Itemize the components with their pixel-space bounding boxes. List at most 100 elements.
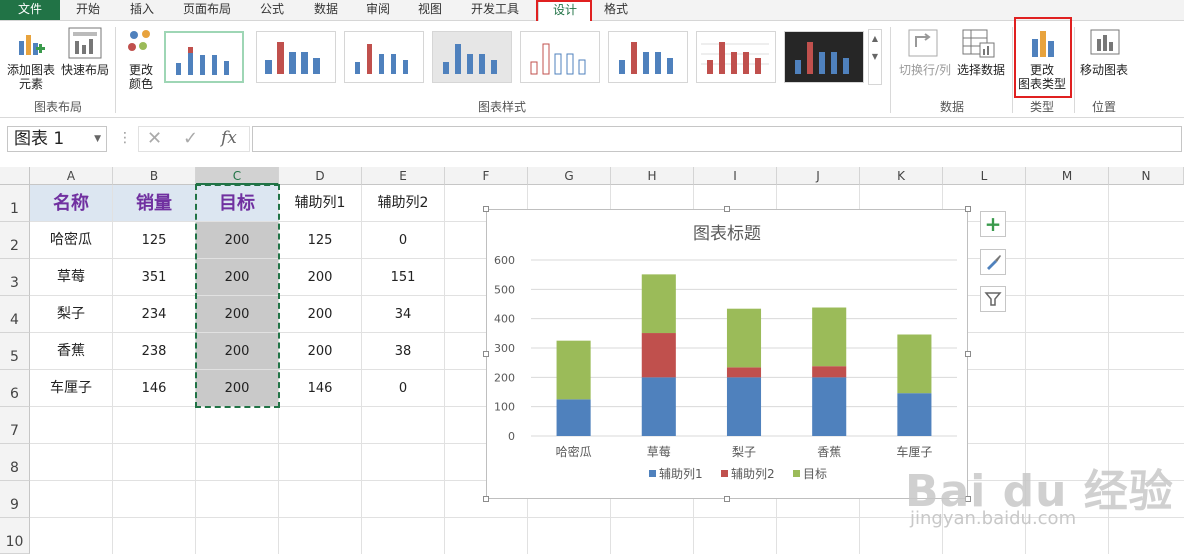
change-colors-button[interactable]: 更改 颜色 (118, 63, 164, 91)
move-chart-button[interactable]: 移动图表 (1076, 63, 1132, 77)
tab-formulas[interactable]: 公式 (250, 0, 294, 20)
chart-style-8[interactable] (784, 31, 864, 83)
row-header-10[interactable]: 10 (0, 518, 30, 554)
cell-b6[interactable]: 146 (113, 370, 196, 407)
cell-e3[interactable]: 151 (362, 259, 445, 296)
chart-style-1[interactable] (164, 31, 244, 83)
row-header-1[interactable]: 1 (0, 185, 30, 222)
row-header-5[interactable]: 5 (0, 333, 30, 370)
chart-style-4[interactable] (432, 31, 512, 83)
tab-insert[interactable]: 插入 (120, 0, 164, 20)
resize-handle[interactable] (965, 206, 971, 212)
name-box[interactable]: 图表 1 ▼ (7, 126, 107, 152)
cell-d2[interactable]: 125 (279, 222, 362, 259)
cell-b2[interactable]: 125 (113, 222, 196, 259)
resize-handle[interactable] (483, 351, 489, 357)
gallery-scroll[interactable]: ▲ ▼ (868, 29, 882, 85)
scroll-down-icon[interactable]: ▼ (869, 48, 881, 66)
column-header-g[interactable]: G (528, 167, 611, 185)
cell-a1[interactable]: 名称 (30, 185, 113, 222)
cell-d4[interactable]: 200 (279, 296, 362, 333)
formula-input[interactable] (252, 126, 1182, 152)
chevron-down-icon[interactable]: ▼ (94, 127, 101, 151)
tab-developer[interactable]: 开发工具 (462, 0, 528, 20)
row-header-4[interactable]: 4 (0, 296, 30, 333)
chart-filters-button[interactable] (980, 286, 1006, 312)
chart-elements-button[interactable]: + (980, 211, 1006, 237)
row-header-6[interactable]: 6 (0, 370, 30, 407)
column-header-n[interactable]: N (1109, 167, 1184, 185)
resize-handle[interactable] (724, 206, 730, 212)
quick-layout-button[interactable]: 快速布局 (58, 63, 112, 77)
chart-area[interactable]: 图表标题 0 100 200 300 400 500 600 哈密瓜 草莓 梨子 香蕉 车厘子 辅助… (486, 209, 968, 499)
cell-a5[interactable]: 香蕉 (30, 333, 113, 370)
cell-c6[interactable]: 200 (196, 370, 279, 407)
resize-handle[interactable] (483, 496, 489, 502)
cell-b3[interactable]: 351 (113, 259, 196, 296)
chart-style-7[interactable] (696, 31, 776, 83)
change-chart-type-button[interactable]: 更改 图表类型 (1014, 63, 1070, 91)
cell-a6[interactable]: 车厘子 (30, 370, 113, 407)
select-data-button[interactable]: 选择数据 (954, 63, 1008, 77)
chart-style-6[interactable] (608, 31, 688, 83)
column-header-l[interactable]: L (943, 167, 1026, 185)
row-header-3[interactable]: 3 (0, 259, 30, 296)
enter-icon[interactable]: ✓ (183, 128, 198, 149)
row-header-9[interactable]: 9 (0, 481, 30, 518)
cell-c1[interactable]: 目标 (196, 185, 279, 222)
scroll-up-icon[interactable]: ▲ (869, 30, 881, 48)
tab-data[interactable]: 数据 (304, 0, 348, 20)
tab-home[interactable]: 开始 (66, 0, 110, 20)
column-header-d[interactable]: D (279, 167, 362, 185)
resize-handle[interactable] (965, 351, 971, 357)
cell-c4[interactable]: 200 (196, 296, 279, 333)
insert-function-icon[interactable]: fx (221, 128, 237, 148)
tab-file[interactable]: 文件 (0, 0, 60, 20)
cell-c2[interactable]: 200 (196, 222, 279, 259)
column-header-f[interactable]: F (445, 167, 528, 185)
chart-title[interactable]: 图表标题 (693, 224, 761, 244)
cell-b5[interactable]: 238 (113, 333, 196, 370)
resize-handle[interactable] (724, 496, 730, 502)
chart-style-3[interactable] (344, 31, 424, 83)
column-header-e[interactable]: E (362, 167, 445, 185)
cell-a3[interactable]: 草莓 (30, 259, 113, 296)
cell-d1[interactable]: 辅助列1 (279, 185, 362, 222)
tab-view[interactable]: 视图 (408, 0, 452, 20)
resize-handle[interactable] (483, 206, 489, 212)
add-chart-element-button[interactable]: 添加图表 元素 (4, 63, 58, 91)
row-header-7[interactable]: 7 (0, 407, 30, 444)
cell-e2[interactable]: 0 (362, 222, 445, 259)
column-header-k[interactable]: K (860, 167, 943, 185)
chart-style-2[interactable] (256, 31, 336, 83)
column-header-a[interactable]: A (30, 167, 113, 185)
cell-d6[interactable]: 146 (279, 370, 362, 407)
cell-e6[interactable]: 0 (362, 370, 445, 407)
chart-style-5[interactable] (520, 31, 600, 83)
cell-e1[interactable]: 辅助列2 (362, 185, 445, 222)
row-header-8[interactable]: 8 (0, 444, 30, 481)
switch-row-column-button[interactable]: 切换行/列 (896, 63, 954, 77)
cell-d3[interactable]: 200 (279, 259, 362, 296)
select-all-corner[interactable] (0, 167, 30, 185)
cell-e4[interactable]: 34 (362, 296, 445, 333)
tab-review[interactable]: 审阅 (356, 0, 400, 20)
column-header-m[interactable]: M (1026, 167, 1109, 185)
cell-c5[interactable]: 200 (196, 333, 279, 370)
tab-page-layout[interactable]: 页面布局 (174, 0, 240, 20)
cell-d5[interactable]: 200 (279, 333, 362, 370)
column-header-i[interactable]: I (694, 167, 777, 185)
column-header-c[interactable]: C (196, 167, 279, 185)
cell-b4[interactable]: 234 (113, 296, 196, 333)
cancel-icon[interactable]: ✕ (147, 128, 162, 149)
cell-c3[interactable]: 200 (196, 259, 279, 296)
tab-design[interactable]: 设计 (538, 0, 592, 21)
chart-styles-button[interactable] (980, 249, 1006, 275)
column-header-b[interactable]: B (113, 167, 196, 185)
tab-format[interactable]: 格式 (594, 0, 638, 20)
column-header-h[interactable]: H (611, 167, 694, 185)
cell-a2[interactable]: 哈密瓜 (30, 222, 113, 259)
column-header-j[interactable]: J (777, 167, 860, 185)
cell-a4[interactable]: 梨子 (30, 296, 113, 333)
cell-b1[interactable]: 销量 (113, 185, 196, 222)
